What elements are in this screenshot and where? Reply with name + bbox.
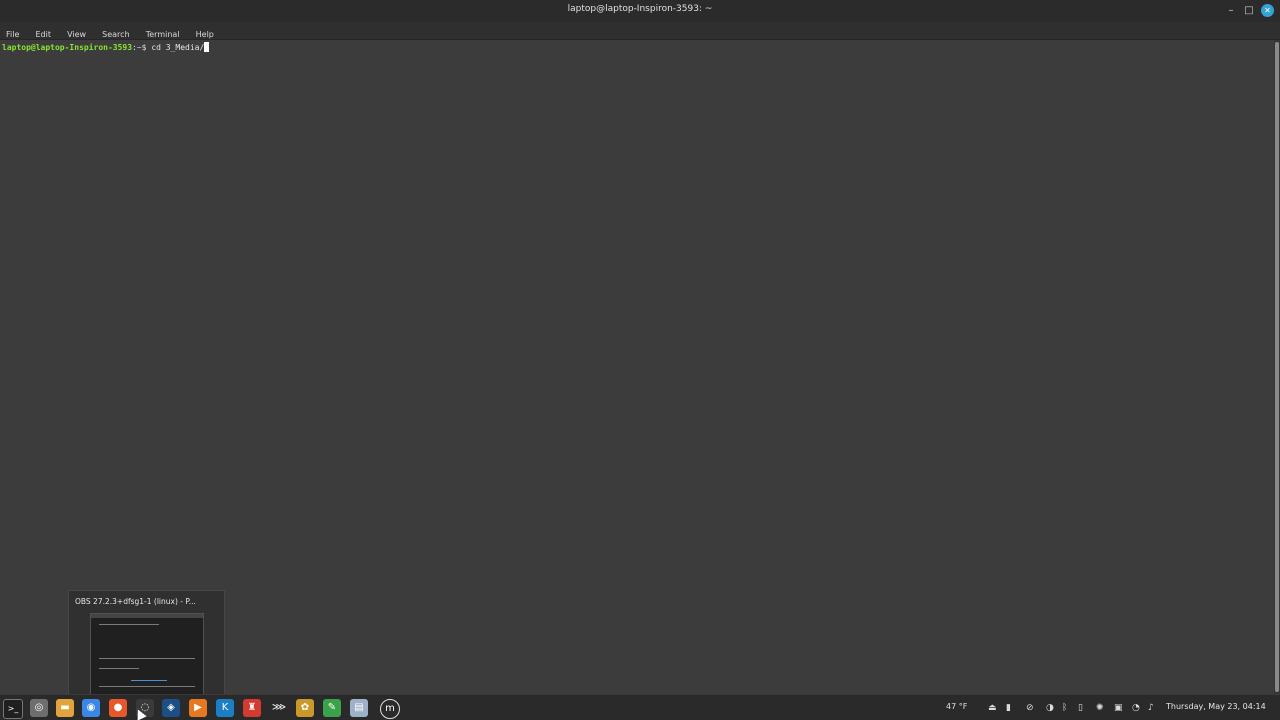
update-icon[interactable]: ⊘ (1026, 702, 1034, 714)
volume-icon[interactable]: ♪ (1148, 702, 1154, 714)
upload-icon[interactable]: ⏏ (988, 702, 997, 714)
maximize-button[interactable]: □ (1242, 4, 1256, 18)
display-icon[interactable]: ▣ (1114, 702, 1123, 714)
firefox-icon[interactable]: ● (109, 699, 127, 717)
menu-file[interactable]: File (0, 26, 24, 39)
battery-icon[interactable]: ▯ (1078, 702, 1083, 714)
thumbnail-line (99, 624, 159, 625)
terminal-icon[interactable]: >_ (3, 699, 23, 719)
prompt-path: :~$ (132, 43, 152, 52)
clapper-icon[interactable]: ⋙ (270, 699, 288, 717)
media-player-icon[interactable]: ▶ (189, 699, 207, 717)
menu-help[interactable]: Help (190, 26, 219, 39)
music-app-icon[interactable]: ♜ (243, 699, 261, 717)
mint-menu-icon[interactable]: m (380, 699, 400, 719)
thumbnail-line (99, 668, 139, 669)
window-preview-popup[interactable]: OBS 27.2.3+dfsg1-1 (linux) - P... (68, 590, 225, 696)
scrollbar-thumb[interactable] (1275, 42, 1279, 692)
typed-command: cd 3_Media/ (151, 43, 205, 52)
clipboard-icon[interactable]: ▮ (1006, 702, 1011, 714)
folder-icon[interactable]: ▬ (56, 699, 74, 717)
editor-icon[interactable]: ✎ (323, 699, 341, 717)
chrome-icon[interactable]: ◉ (82, 699, 100, 717)
prompt-user-host: laptop@laptop-Inspiron-3593 (2, 43, 133, 52)
weather-indicator[interactable]: 47 °F (946, 702, 967, 711)
thumbnail-titlebar (91, 614, 203, 618)
desktop-screen: laptop@laptop-Inspiron-3593: ~ – □ ✕ Fil… (0, 0, 1280, 720)
steam-tray-icon[interactable]: ◑ (1046, 702, 1054, 714)
menu-terminal[interactable]: Terminal (140, 26, 185, 39)
preview-title: OBS 27.2.3+dfsg1-1 (linux) - P... (75, 597, 196, 606)
wifi-icon[interactable]: ◔ (1132, 702, 1140, 714)
title-bar[interactable]: laptop@laptop-Inspiron-3593: ~ – □ ✕ (0, 0, 1280, 22)
menu-bar: File Edit View Search Terminal Help (0, 22, 1280, 40)
taskbar: >_ ◎ ▬ ◉ ● ◌ ◈ ▶ K ♜ ⋙ ✿ ✎ ▤ m ⏏ ▮ ⊘ ◑ ᛒ ▯ ✺ ▣ ◔ ♪ 47 °F Thursd… (0, 694, 1280, 720)
settings-icon[interactable]: ✿ (296, 699, 314, 717)
window-title: laptop@laptop-Inspiron-3593: ~ (567, 4, 713, 14)
thumbnail-line (131, 680, 167, 681)
prompt-line: laptop@laptop-Inspiron-3593:~$ cd 3_Medi… (2, 42, 210, 52)
close-button[interactable]: ✕ (1261, 4, 1274, 17)
bluetooth-icon[interactable]: ᛒ (1062, 702, 1067, 714)
kdenlive-icon[interactable]: K (216, 699, 234, 717)
disk-icon[interactable]: ◎ (30, 699, 48, 717)
preview-thumbnail[interactable] (90, 613, 204, 695)
text-editor-icon[interactable]: ▤ (350, 699, 368, 717)
menu-search[interactable]: Search (96, 26, 134, 39)
menu-edit[interactable]: Edit (29, 26, 56, 39)
network-manager-icon[interactable]: ✺ (1096, 702, 1104, 714)
thumbnail-line (99, 658, 195, 659)
minimize-button[interactable]: – (1224, 4, 1238, 18)
thumbnail-line (99, 686, 195, 687)
clock[interactable]: Thursday, May 23, 04:14 (1166, 702, 1266, 711)
menu-view[interactable]: View (61, 26, 91, 39)
steam-icon[interactable]: ◈ (162, 699, 180, 717)
terminal-scrollbar[interactable] (1274, 40, 1280, 694)
text-cursor (204, 42, 210, 52)
